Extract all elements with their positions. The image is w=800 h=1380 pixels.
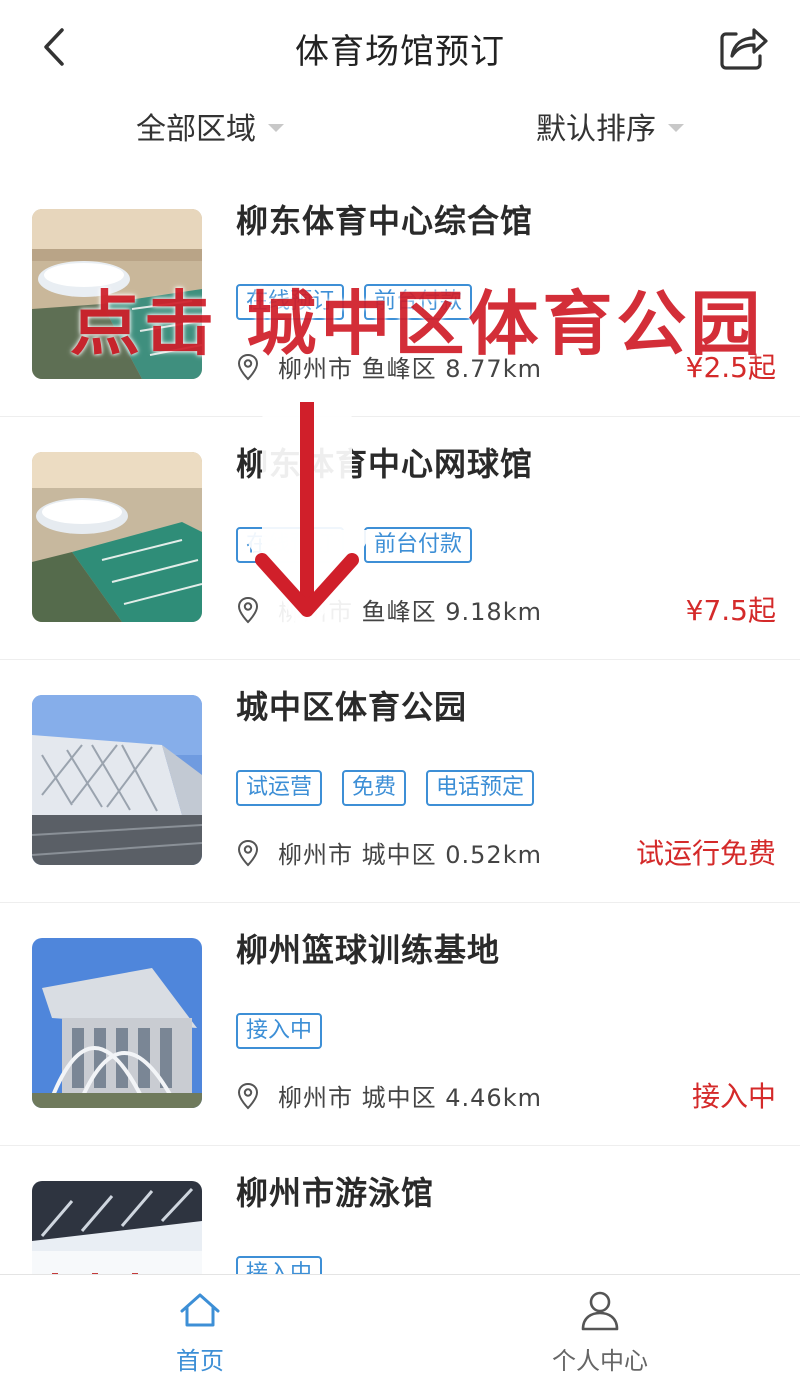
- venue-item[interactable]: 城中区体育公园 试运营 免费 电话预定 柳州市 城中区 0.52km 试运行免费: [0, 660, 800, 903]
- caret-down-icon: [668, 124, 684, 132]
- home-icon: [180, 1293, 220, 1327]
- tab-profile-label: 个人中心: [552, 1347, 648, 1375]
- venue-price: ¥7.5起: [685, 594, 776, 627]
- venue-item[interactable]: 柳州篮球训练基地 接入中 柳州市 城中区 4.46km 接入中: [0, 903, 800, 1146]
- venue-tag: 试运营: [236, 770, 323, 806]
- venue-price: 试运行免费: [635, 837, 776, 870]
- venue-location-text: 柳州市 城中区 0.52km: [278, 841, 542, 869]
- venue-location-text: 柳州市 城中区 4.46km: [278, 1084, 542, 1112]
- tab-home[interactable]: 首页: [120, 1289, 280, 1376]
- sort-filter-label: 默认排序: [536, 112, 656, 147]
- venue-tag: 接入中: [236, 1256, 323, 1274]
- sort-filter-dropdown[interactable]: 默认排序: [536, 104, 684, 148]
- venue-location: 柳州市 城中区 0.52km: [236, 835, 542, 870]
- caret-down-icon: [268, 124, 284, 132]
- venue-booking-page: 体育场馆预订 全部区域 默认排序 柳东体育中心综合馆 在线预订 前台付款 柳州市…: [0, 0, 800, 1380]
- venue-tag: 免费: [342, 770, 407, 806]
- venue-photo: [32, 1181, 202, 1274]
- area-filter-label: 全部区域: [136, 112, 256, 147]
- tap-instruction-overlay: 点击 城中区体育公园: [70, 283, 765, 365]
- venue-name: 柳州篮球训练基地: [236, 931, 501, 969]
- user-icon: [581, 1291, 619, 1331]
- filter-bar: 全部区域 默认排序: [0, 92, 800, 164]
- tab-home-label: 首页: [176, 1347, 224, 1375]
- arrow-down-icon: [240, 382, 374, 644]
- venue-tags: 接入中: [236, 1256, 323, 1274]
- venue-name: 城中区体育公园: [236, 688, 468, 726]
- venue-photo: [32, 452, 202, 622]
- venue-tags: 接入中: [236, 1013, 323, 1049]
- area-filter-dropdown[interactable]: 全部区域: [136, 104, 284, 148]
- venue-tag: 电话预定: [426, 770, 535, 806]
- venue-tag: 接入中: [236, 1013, 323, 1049]
- venue-item[interactable]: 柳东体育中心网球馆 在线预订 前台付款 柳州市 鱼峰区 9.18km ¥7.5起: [0, 417, 800, 660]
- bottom-tab-bar: 首页 个人中心: [0, 1274, 800, 1380]
- location-pin-icon: [237, 1082, 259, 1109]
- share-button[interactable]: [716, 20, 770, 74]
- venue-name: 柳东体育中心综合馆: [236, 202, 534, 240]
- tab-profile[interactable]: 个人中心: [520, 1289, 680, 1376]
- page-title: 体育场馆预订: [295, 32, 505, 72]
- header: 体育场馆预订: [0, 0, 800, 92]
- share-icon: [720, 28, 768, 70]
- venue-location: 柳州市 城中区 4.46km: [236, 1078, 542, 1113]
- venue-photo: [32, 938, 202, 1108]
- location-pin-icon: [237, 839, 259, 866]
- venue-price: 接入中: [691, 1080, 776, 1113]
- venue-tags: 试运营 免费 电话预定: [236, 770, 535, 806]
- venue-photo: [32, 695, 202, 865]
- venue-name: 柳州市游泳馆: [236, 1174, 435, 1212]
- venue-item[interactable]: 柳州市游泳馆 接入中: [0, 1146, 800, 1274]
